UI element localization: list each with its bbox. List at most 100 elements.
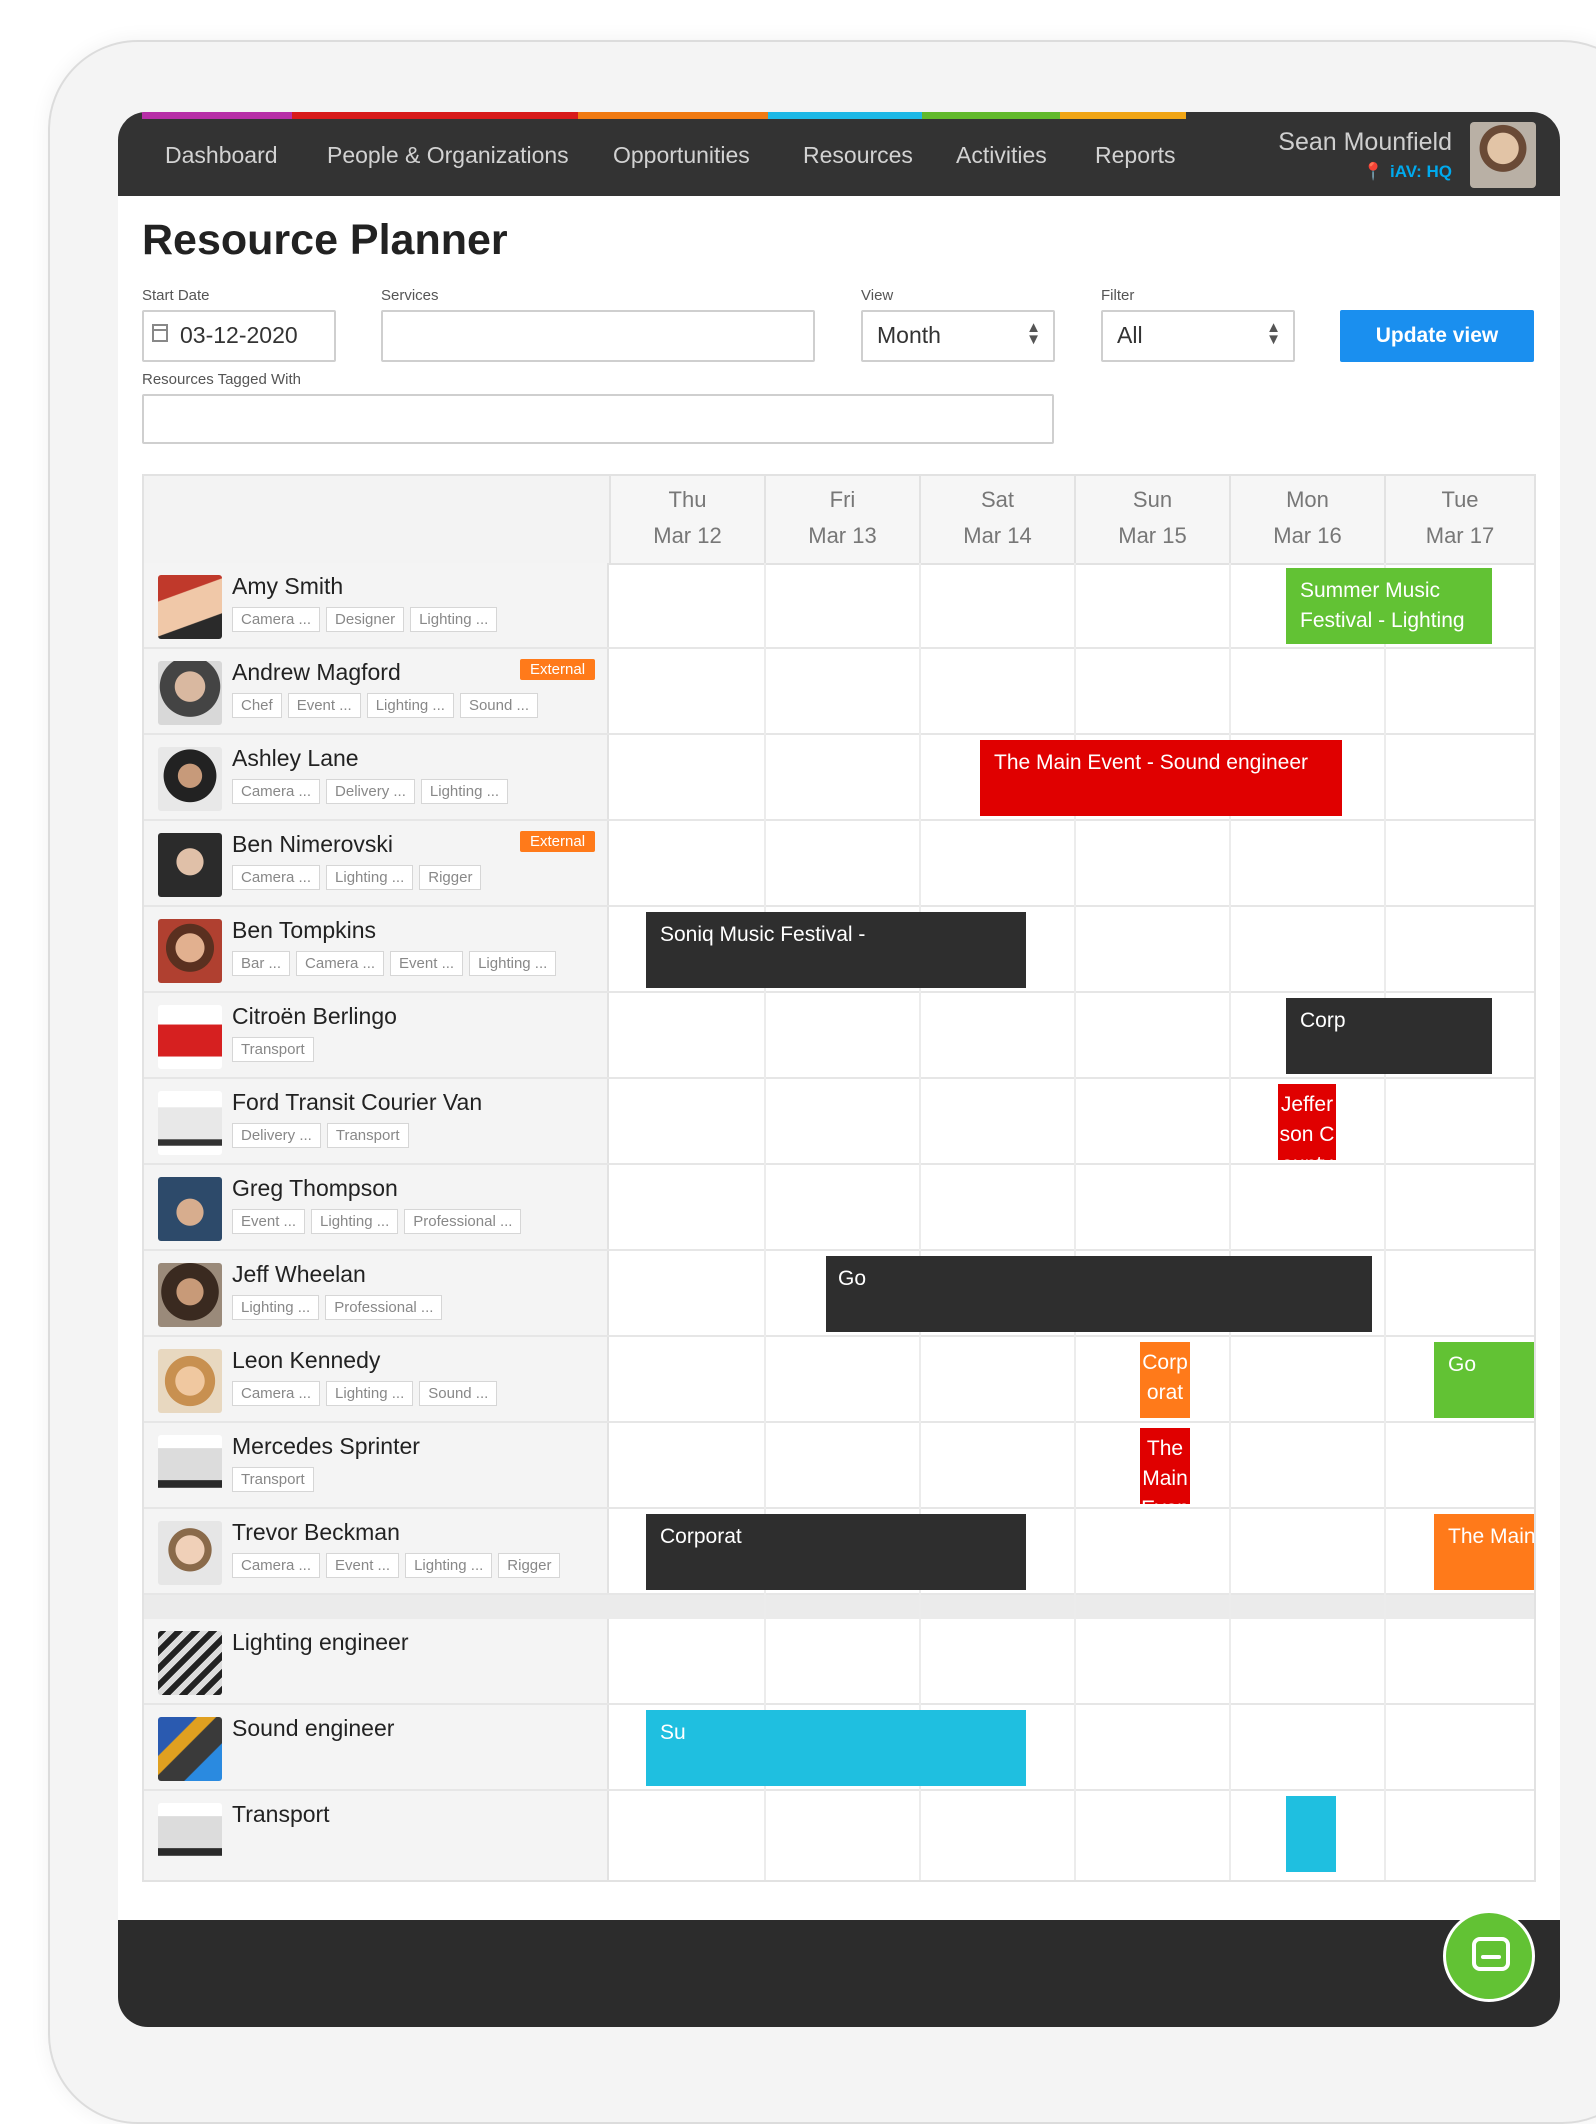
resource-name: Jeff Wheelan [232, 1261, 366, 1287]
tag: Delivery ... [232, 1123, 321, 1148]
tag: Event ... [232, 1209, 306, 1234]
day-divider [1384, 563, 1386, 1880]
footer-bar [118, 1920, 1560, 2027]
event-block[interactable]: Summer Music Festival - Lighting [1286, 568, 1492, 644]
resource-cell[interactable]: Leon Kennedy Camera ... Lighting ... Sou… [144, 1337, 609, 1421]
resource-tags: Transport [232, 1467, 314, 1492]
tag: Delivery ... [326, 779, 415, 804]
service-cell[interactable]: Transport [144, 1791, 609, 1880]
resource-cell[interactable]: Trevor Beckman Camera ... Event ... Ligh… [144, 1509, 609, 1593]
tag: Rigger [419, 865, 482, 890]
nav-reports[interactable]: Reports [1095, 142, 1176, 169]
tag: Professional ... [404, 1209, 522, 1234]
resource-cell[interactable]: Ashley Lane Camera ... Delivery ... Ligh… [144, 735, 609, 819]
tag: Transport [232, 1037, 314, 1062]
avatar [158, 661, 222, 725]
event-block[interactable]: Go [1434, 1342, 1534, 1418]
event-block[interactable]: Su [646, 1710, 1026, 1786]
day-header: Mon Mar 16 [1229, 476, 1384, 563]
table-row: Ben Nimerovski External Camera ... Light… [144, 821, 1534, 907]
resource-tags: Bar ... Camera ... Event ... Lighting ..… [232, 951, 557, 976]
tag: Lighting ... [420, 779, 509, 804]
tag: Camera ... [232, 1553, 321, 1578]
resource-name: Ben Tompkins [232, 917, 377, 943]
resource-cell[interactable]: Ben Tompkins Bar ... Camera ... Event ..… [144, 907, 609, 991]
tag: Chef [232, 693, 282, 718]
tag: Camera ... [296, 951, 385, 976]
resource-name: Ashley Lane [232, 745, 359, 771]
event-block[interactable]: Jefferson County Music Festival - Lighti… [1278, 1084, 1336, 1160]
tag: Sound ... [419, 1381, 498, 1406]
resource-name: Trevor Beckman [232, 1519, 400, 1545]
resource-cell[interactable]: Ben Nimerovski External Camera ... Light… [144, 821, 609, 905]
location-pin-icon: 📍 [1362, 162, 1384, 181]
day-header: Thu Mar 12 [609, 476, 764, 563]
tag: Lighting ... [232, 1295, 320, 1320]
resource-cell[interactable]: Citroën Berlingo Transport [144, 993, 609, 1077]
event-block[interactable]: The Main Event - Sound engineer [1434, 1514, 1534, 1590]
view-select[interactable]: Month ▲ ▼ [861, 310, 1055, 362]
services-input[interactable] [381, 310, 815, 362]
resource-cell[interactable]: Greg Thompson Event ... Lighting ... Pro… [144, 1165, 609, 1249]
resource-cell[interactable]: Jeff Wheelan Lighting ... Professional .… [144, 1251, 609, 1335]
lighting-engineer-icon [158, 1631, 222, 1695]
grid-header-days: Thu Mar 12 Fri Mar 13 Sat Mar 14 Sun Mar 15 … [609, 476, 1534, 565]
chat-button[interactable] [1443, 1910, 1535, 2002]
user-location[interactable]: 📍 iAV: HQ [1363, 162, 1452, 182]
event-block[interactable]: Soniq Music Festival - [646, 912, 1026, 988]
avatar [158, 1263, 222, 1327]
day-header: Fri Mar 13 [764, 476, 919, 563]
resources-tagged-input[interactable] [142, 394, 1054, 444]
event-block[interactable]: Corporat [646, 1514, 1026, 1590]
user-avatar[interactable] [1470, 122, 1536, 188]
nav-color-stripes [142, 112, 1186, 119]
resource-name: Greg Thompson [232, 1175, 398, 1201]
filter-label: Filter [1101, 287, 1135, 304]
update-view-button[interactable]: Update view [1340, 310, 1534, 362]
resource-tags: Delivery ... Transport [232, 1123, 409, 1148]
tag: Transport [232, 1467, 314, 1492]
avatar [158, 833, 222, 897]
resource-name: Citroën Berlingo [232, 1003, 397, 1029]
start-date-field[interactable]: 03-12-2020 [142, 310, 336, 362]
nav-activities[interactable]: Activities [956, 142, 1047, 169]
user-name[interactable]: Sean Mounfield [1278, 128, 1452, 157]
select-arrows-icon: ▲ ▼ [1026, 319, 1041, 348]
event-block[interactable] [1286, 1796, 1336, 1872]
service-name: Sound engineer [232, 1715, 395, 1741]
resource-cell[interactable]: Mercedes Sprinter Transport [144, 1423, 609, 1507]
day-header: Sun Mar 15 [1074, 476, 1229, 563]
start-date-value: 03-12-2020 [180, 322, 298, 348]
event-block[interactable]: The Main Event - Lighting engineer [1140, 1428, 1190, 1504]
nav-opportunities[interactable]: Opportunities [613, 142, 750, 169]
nav-resources[interactable]: Resources [803, 142, 913, 169]
resource-name: Andrew Magford [232, 659, 401, 685]
resource-name: Amy Smith [232, 573, 344, 599]
tag: Professional ... [325, 1295, 443, 1320]
tag: Camera ... [232, 607, 321, 632]
page-title: Resource Planner [142, 216, 508, 264]
tag: Lighting ... [366, 693, 454, 718]
resource-tags: Camera ... Designer Lighting ... [232, 607, 498, 632]
event-block[interactable]: Go [826, 1256, 1372, 1332]
service-cell[interactable]: Lighting engineer [144, 1619, 609, 1703]
tag: Bar ... [232, 951, 291, 976]
service-cell[interactable]: Sound engineer [144, 1705, 609, 1789]
resource-tags: Camera ... Event ... Lighting ... Rigger [232, 1553, 561, 1578]
filter-select[interactable]: All ▲ ▼ [1101, 310, 1295, 362]
avatar [158, 1435, 222, 1499]
event-block[interactable]: Corp [1286, 998, 1492, 1074]
nav-people-organizations[interactable]: People & Organizations [327, 142, 569, 169]
event-block[interactable]: The Main Event - Sound engineer [980, 740, 1342, 816]
tag: Camera ... [232, 779, 321, 804]
nav-dashboard[interactable]: Dashboard [165, 142, 278, 169]
resource-cell[interactable]: Ford Transit Courier Van Delivery ... Tr… [144, 1079, 609, 1163]
avatar [158, 1349, 222, 1413]
avatar [158, 919, 222, 983]
event-block[interactable]: Corporat [1140, 1342, 1190, 1418]
tag: Lighting ... [326, 1381, 414, 1406]
resource-cell[interactable]: Amy Smith Camera ... Designer Lighting .… [144, 563, 609, 647]
resource-name: Ben Nimerovski [232, 831, 394, 857]
resource-cell[interactable]: Andrew Magford External Chef Event ... L… [144, 649, 609, 733]
resource-tags: Event ... Lighting ... Professional ... [232, 1209, 522, 1234]
